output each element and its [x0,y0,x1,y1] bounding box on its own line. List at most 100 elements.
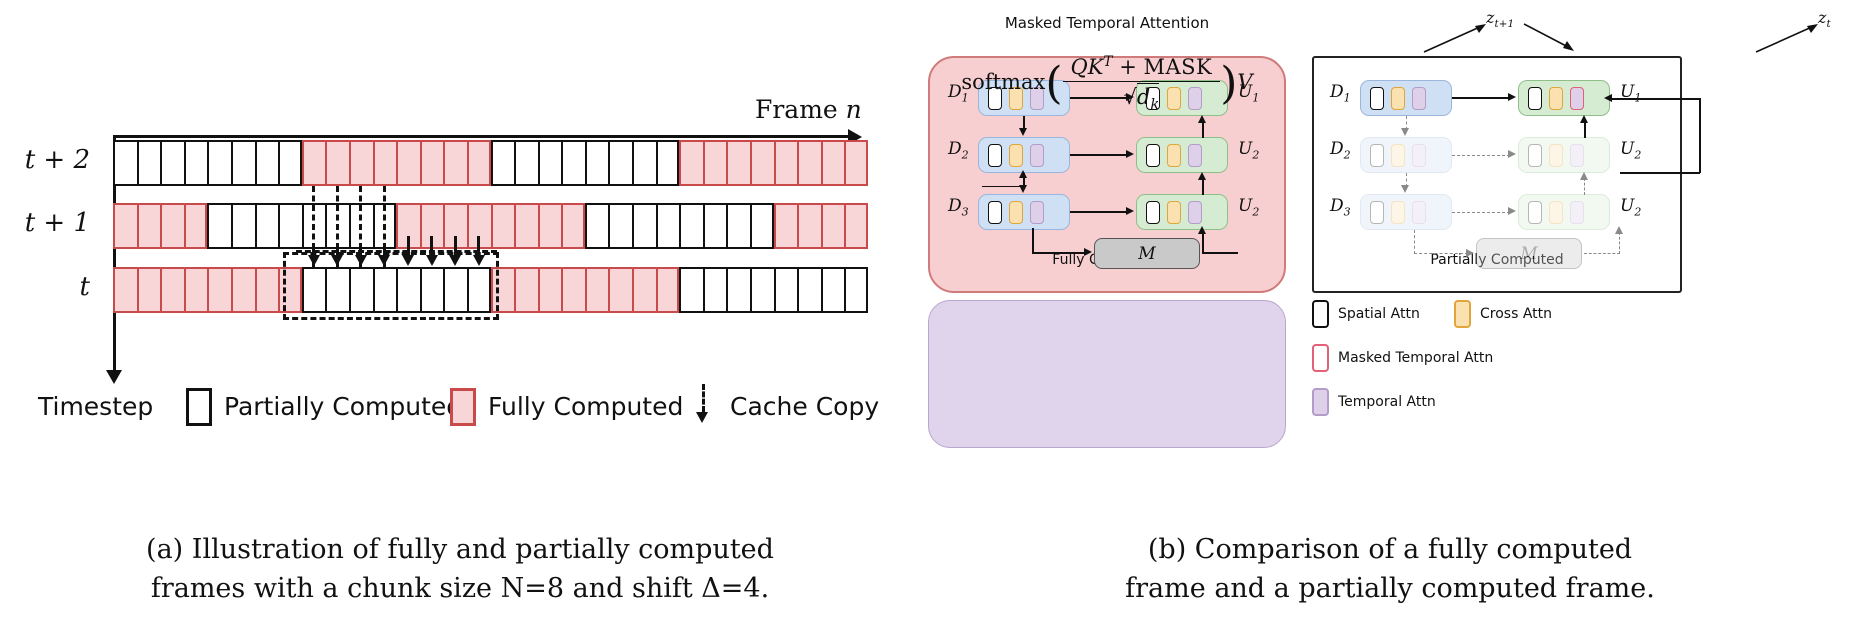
fc-mask-to-u3-v [1202,232,1204,254]
caption-panel-a-line2: frames with a chunk size N=8 and shift Δ… [150,573,770,605]
spatial-attn-token-icon [1146,143,1160,167]
frame-cell-partial [679,203,703,249]
pc-up-block-2 [1518,137,1610,173]
pc-u3-to-u2-head [1580,172,1588,180]
frame-cell-full [726,140,751,186]
fc-d3-var: D [948,196,962,216]
fc-arrow-d2-u2-line [1070,154,1128,156]
frame-cell-partial [702,203,727,249]
fc-u2-sub: 2 [1252,148,1260,162]
formula-title: Masked Temporal Attention [1004,14,1210,32]
fc-input-label-d2: D2 [948,139,969,161]
pc-down-block-3 [1360,194,1452,230]
legend-label-cross-attn: Cross Attn [1480,306,1553,322]
z-t-leader-arrow [1755,24,1818,53]
cross-attn-token-icon [1549,86,1563,110]
fc-mask-to-u3-h [1202,252,1238,254]
caption-panel-b: (b) Comparison of a fully computed frame… [980,530,1800,608]
pc-mask-to-u3-head [1615,226,1623,234]
pc-output-label-u3: U2 [1620,196,1641,218]
legend-swatch-fully-computed [450,388,476,426]
frame-cell-partial [230,203,255,249]
fc-skip-line [982,186,1026,188]
frame-cell-full [679,140,703,186]
formula-dk-var: d [1136,85,1151,109]
legend-dashed-line [702,384,705,412]
pc-d2-sub: 2 [1343,148,1351,162]
fc-u3-to-u2-line [1202,178,1204,195]
frame-cell-partial [750,203,774,249]
cross-attn-token-icon [1009,200,1023,224]
frame-cell-full [844,140,868,186]
z-t-plus-1-down-arrow [1523,23,1574,51]
frame-cell-full [490,203,515,249]
chunk-highlight-box-t [283,252,499,320]
fc-u2-to-u1-head [1198,115,1206,123]
frame-cell-partial [207,203,231,249]
legend-label-fully-computed: Fully Computed [488,392,684,421]
frame-cell-full [773,140,798,186]
frame-cell-full [632,267,656,313]
cache-copy-line-upper [359,186,363,249]
pc-u3-sub: 2 [1634,205,1642,219]
frame-cell-partial [726,267,751,313]
frame-cell-full [160,267,184,313]
figure-root: Frame n t + 2 t + 1 t Timestep Partially… [0,0,1860,643]
frame-cell-partial [726,203,751,249]
frame-cell-full [537,203,562,249]
legend-label-spatial-attn: Spatial Attn [1338,306,1420,322]
pc-u2-to-u1-head [1580,115,1588,123]
panel-b-comparison: zt+1 zt Fully Computed D1 D2 D3 [920,0,1860,643]
frame-cell-full [514,203,538,249]
frame-cell-partial [230,140,255,186]
frame-cell-partial [254,140,279,186]
spatial-attn-token-icon [1528,200,1542,224]
frame-cell-partial [584,140,609,186]
formula-sqrt-sign: √ [1123,85,1137,109]
frame-cell-partial [183,140,208,186]
legend-dashed-arrowhead [696,412,708,423]
frame-cell-full [183,267,208,313]
masked-temporal-attention-box [928,300,1286,448]
frame-cell-full [702,140,727,186]
frame-cell-full [113,203,137,249]
frame-cell-partial [584,203,609,249]
cross-attn-token-icon [1549,200,1563,224]
row-label-t: t [79,272,90,302]
frame-cell-partial [278,203,302,249]
legend-label-cache-copy: Cache Copy [730,392,880,421]
frame-axis-label: Frame n [755,95,862,124]
pc-d3-sub: 3 [1343,205,1351,219]
fc-arrow-d3-d2-head [1019,170,1027,178]
frame-cell-partial [160,140,184,186]
pc-down-block-2 [1360,137,1452,173]
frame-cell-full [797,140,821,186]
frame-cell-full [820,140,845,186]
cross-attn-token-icon [1009,143,1023,167]
pc-u3-var: U [1620,196,1635,216]
fc-mask-to-u3-head [1198,226,1206,234]
fc-arrow-d3-u3-head [1126,207,1134,215]
frame-cell-full [160,203,184,249]
pc-d3-to-mask-v [1414,230,1415,254]
fc-up-block-3 [1136,194,1228,230]
frame-cell-full [230,267,255,313]
frame-cell-full [254,267,279,313]
frame-cell-partial [844,267,868,313]
fc-d2-var: D [948,139,962,159]
cross-attn-token-icon [1391,200,1405,224]
fc-mask-box: M [1094,238,1200,269]
temporal-attn-token-icon [1188,200,1202,224]
frame-cell-full [655,267,680,313]
pc-u2-to-u1-line [1584,121,1586,138]
frame-cell-full [466,140,491,186]
fc-arrow-d3-u3-line [1070,211,1128,213]
timestep-axis-caption: Timestep [38,392,154,421]
frame-cell-partial [608,203,633,249]
pc-d2-var: D [1330,139,1344,159]
z-t-plus-1-leader-arrow [1423,24,1486,53]
frame-cell-partial [702,267,727,313]
timestep-row-t-plus-2 [113,140,868,186]
formula-qk: QK [1070,55,1104,79]
frame-cell-full [797,203,821,249]
